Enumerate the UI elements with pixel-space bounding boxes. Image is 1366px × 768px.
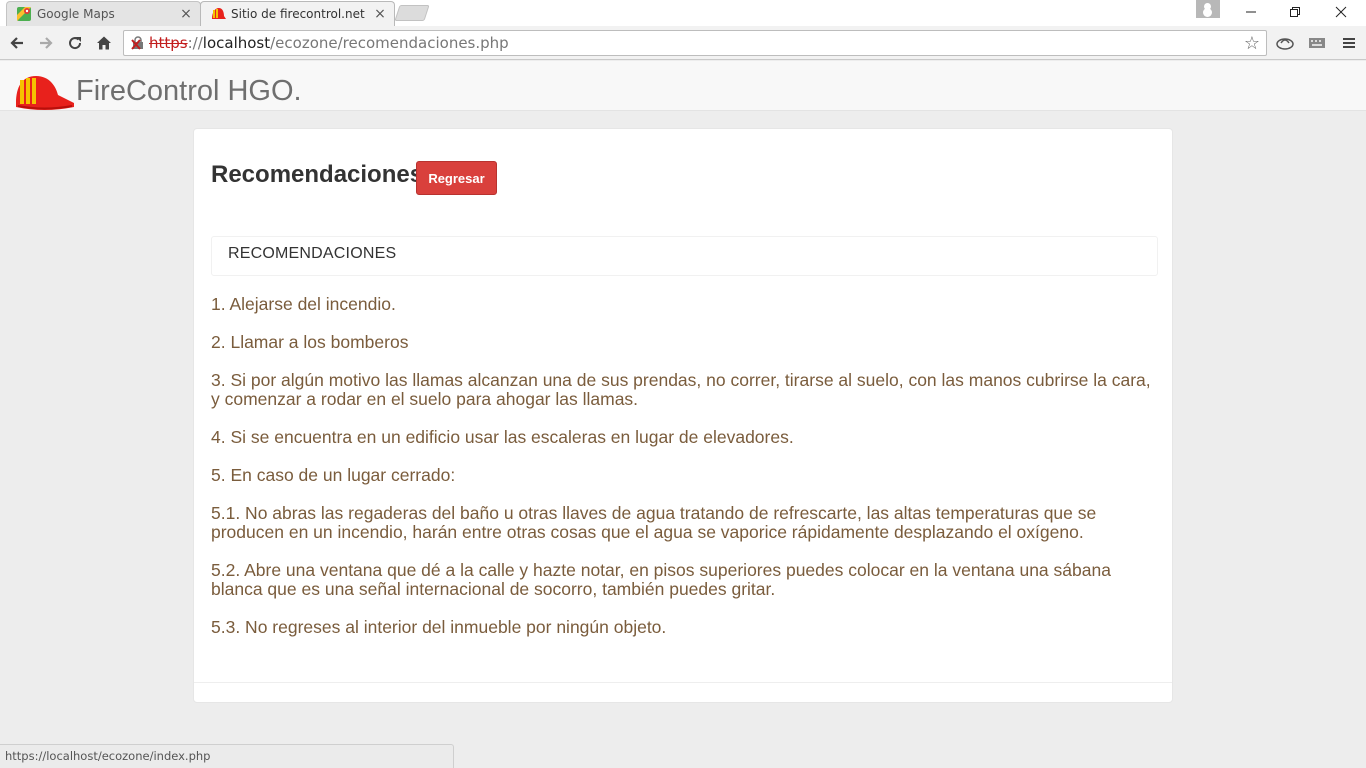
insecure-lock-icon: [131, 36, 145, 50]
home-icon[interactable]: [92, 31, 116, 55]
minimize-icon[interactable]: [1228, 0, 1274, 24]
google-maps-icon: [16, 6, 32, 22]
address-bar[interactable]: https://localhost/ecozone/recomendacione…: [123, 30, 1267, 56]
restore-icon[interactable]: [1272, 0, 1318, 24]
recommendation-item: 4. Si se encuentra en un edificio usar l…: [211, 427, 794, 447]
site-navbar: FireControl HGO.: [0, 61, 1366, 111]
url-scheme: https: [149, 34, 188, 52]
back-button[interactable]: Regresar: [416, 161, 497, 195]
browser-toolbar: https://localhost/ecozone/recomendacione…: [0, 26, 1366, 60]
web-page: FireControl HGO. Recomendaciones Regresa…: [0, 61, 1366, 768]
close-window-icon[interactable]: [1318, 0, 1364, 24]
brand-title[interactable]: FireControl HGO.: [76, 75, 302, 108]
recommendation-item: 2. Llamar a los bomberos: [211, 332, 409, 352]
firecontrol-logo[interactable]: [14, 73, 76, 113]
back-arrow-icon[interactable]: [5, 31, 29, 55]
recommendation-item: 3. Si por algún motivo las llamas alcanz…: [211, 370, 1151, 409]
new-tab-button[interactable]: [394, 5, 430, 21]
tab-title: Google Maps: [37, 7, 115, 21]
close-tab-icon[interactable]: ×: [178, 6, 194, 22]
panel-heading: RECOMENDACIONES: [211, 236, 1158, 276]
url-separator: ://: [187, 34, 203, 52]
panel-heading-label: RECOMENDACIONES: [228, 245, 397, 262]
recommendation-item: 5.3. No regreses al interior del inmuebl…: [211, 617, 667, 637]
recommendation-item: 5.1. No abras las regaderas del baño u o…: [211, 503, 1097, 542]
status-bar-url: https://localhost/ecozone/index.php: [0, 744, 454, 768]
bookmark-star-icon[interactable]: ☆: [1244, 33, 1260, 54]
url-host: localhost: [202, 34, 271, 52]
close-tab-icon[interactable]: ×: [372, 6, 388, 22]
tab-title: Sitio de firecontrol.net: [231, 7, 365, 21]
extension-icon[interactable]: [1274, 32, 1296, 54]
tab-firecontrol[interactable]: Sitio de firecontrol.net ×: [200, 1, 395, 26]
profile-icon[interactable]: [1196, 0, 1220, 18]
forward-arrow-icon[interactable]: [34, 31, 58, 55]
keyboard-extension-icon[interactable]: [1306, 32, 1328, 54]
recommendations-card: Recomendaciones Regresar RECOMENDACIONES…: [193, 128, 1173, 703]
page-title: Recomendaciones: [211, 161, 424, 188]
recommendation-item: 5.2. Abre una ventana que dé a la calle …: [211, 560, 1111, 599]
recommendations-list: 1. Alejarse del incendio. 2. Llamar a lo…: [211, 295, 1156, 656]
firecontrol-icon: [210, 6, 226, 22]
card-footer-divider: [194, 682, 1172, 683]
reload-icon[interactable]: [63, 31, 87, 55]
tab-strip: Google Maps × Sitio de firecontrol.net ×: [0, 0, 1366, 26]
menu-icon[interactable]: [1338, 32, 1360, 54]
tab-google-maps[interactable]: Google Maps ×: [6, 1, 201, 26]
recommendation-item: 1. Alejarse del incendio.: [211, 294, 396, 314]
url-path: /ecozone/recomendaciones.php: [270, 34, 509, 52]
recommendation-item: 5. En caso de un lugar cerrado:: [211, 465, 456, 485]
